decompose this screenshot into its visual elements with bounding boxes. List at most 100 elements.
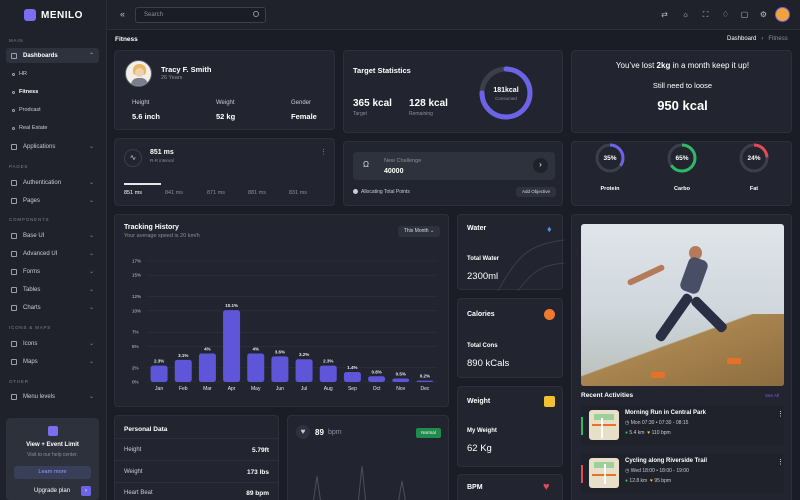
sidebar-item-forms[interactable]: Forms ⌄	[6, 264, 99, 279]
sidebar-item-label: Forms	[23, 268, 40, 275]
arrow-right-icon[interactable]: ›	[533, 158, 548, 173]
bar[interactable]	[174, 359, 192, 382]
section-main: MAIN	[9, 38, 24, 43]
activity-item[interactable]: Cycling along Riverside Trail ◷ Wed 18:0…	[581, 453, 784, 493]
x-tick-label: Apr	[228, 386, 236, 392]
chevron-down-icon: ⌄	[88, 180, 94, 186]
challenge-title: New Challenge	[384, 158, 422, 164]
personal-row-label: Height	[124, 447, 142, 453]
bar[interactable]	[247, 353, 265, 382]
bar[interactable]	[392, 378, 410, 382]
bar[interactable]	[416, 380, 434, 382]
search-icon[interactable]	[253, 11, 259, 17]
bell-icon[interactable]: ♢	[721, 10, 730, 19]
x-tick-label: Dec	[420, 386, 429, 392]
cart-icon[interactable]: ▢	[740, 10, 749, 19]
sidebar-sub-hr[interactable]: HR	[12, 71, 27, 77]
personal-row-value: 5.79ft	[252, 447, 269, 454]
profile-card: Tracy F. Smith 26 Years Height 5.6 inch …	[114, 50, 335, 130]
sidebar-item-label: Applications	[23, 143, 56, 150]
map-thumbnail	[589, 458, 619, 488]
sidebar-sub-prodcast[interactable]: Prodcast	[12, 107, 41, 113]
fire-icon	[544, 309, 555, 320]
bar-data-label: 2.3%	[323, 359, 333, 364]
add-objective-button[interactable]: Add Objective	[516, 187, 556, 197]
translate-icon[interactable]: ⇄	[660, 10, 669, 19]
height-value: 5.6 inch	[132, 112, 160, 121]
sidebar-item-icons[interactable]: Icons ⌄	[6, 336, 99, 351]
personal-row-value: 89 bpm	[246, 490, 269, 497]
search-input[interactable]: Search	[135, 7, 266, 23]
sidebar-item-advanced-ui[interactable]: Advanced UI ⌄	[6, 246, 99, 261]
sidebar-item-pages[interactable]: Pages ⌄	[6, 193, 99, 208]
activity-time-text: Wed 18:00 • 18:00 - 19:00	[630, 468, 689, 474]
logo-icon	[48, 426, 58, 436]
brand-logo[interactable]: MENILO	[24, 9, 83, 21]
more-options-icon[interactable]: ⋮	[777, 458, 784, 466]
calories-title: Calories	[467, 311, 495, 318]
sidebar-item-label: Charts	[23, 304, 41, 311]
more-options-icon[interactable]: ⋮	[320, 148, 327, 156]
gear-icon[interactable]: ⚙	[759, 10, 768, 19]
divider	[115, 460, 278, 461]
allocating-label: Allocating Total Points	[361, 189, 410, 195]
activity-accent	[581, 417, 583, 435]
bpm-card: BPM ♥	[457, 474, 563, 500]
see-all-link[interactable]: See All	[765, 393, 779, 398]
sidebar-sub-fitness[interactable]: Fitness	[12, 89, 38, 95]
protein-pct: 35%	[603, 155, 617, 162]
bar[interactable]	[223, 310, 241, 382]
more-options-icon[interactable]: ⋮	[777, 410, 784, 418]
bar[interactable]	[295, 359, 313, 382]
bar[interactable]	[198, 353, 216, 382]
y-tick-label: 10%	[132, 308, 141, 313]
bar[interactable]	[368, 376, 386, 382]
sidebar-item-charts[interactable]: Charts ⌄	[6, 300, 99, 315]
bullet-icon	[12, 90, 15, 94]
sidebar-item-maps[interactable]: Maps ⌄	[6, 354, 99, 369]
personal-row-value: 173 lbs	[246, 469, 269, 476]
learn-more-button[interactable]: Learn more	[14, 466, 91, 479]
promo-card: View + Event Limit Visit to our help cen…	[6, 418, 99, 500]
bpm-title: BPM	[467, 484, 483, 491]
collapse-sidebar-icon[interactable]: «	[120, 9, 125, 19]
arrow-right-icon[interactable]: ›	[81, 486, 91, 496]
sidebar-item-tables[interactable]: Tables ⌄	[6, 282, 99, 297]
bar[interactable]	[271, 356, 289, 382]
water-label: Total Water	[467, 256, 500, 262]
carbo-pct: 65%	[675, 155, 689, 162]
fullscreen-icon[interactable]: ⛶	[701, 10, 710, 19]
sun-icon[interactable]: ☼	[681, 10, 690, 19]
x-tick-label: Mar	[203, 386, 212, 392]
my-weight-label: My Weight	[467, 428, 497, 434]
calories-value: 890 kCals	[467, 358, 510, 369]
star-icon	[11, 340, 17, 347]
sidebar-item-dashboards[interactable]: Dashboards ⌃	[6, 48, 99, 63]
sidebar-item-applications[interactable]: Applications ⌄	[6, 139, 99, 154]
sidebar-item-menu-levels[interactable]: Menu levels ⌄	[6, 389, 99, 404]
bar[interactable]	[343, 372, 361, 382]
challenge-panel[interactable]: Ω New Challenge 40000 ›	[353, 152, 555, 180]
bar-data-label: 3.2%	[299, 352, 309, 357]
heart-icon: ♥	[296, 425, 310, 439]
weight-title: Weight	[467, 398, 491, 405]
upgrade-plan-link[interactable]: Upgrade plan	[34, 488, 70, 494]
sidebar-sub-real-estate[interactable]: Real Estate	[12, 125, 47, 131]
divider	[115, 438, 278, 439]
bar-data-label: 4%	[252, 347, 259, 352]
bar-data-label: 4%	[204, 347, 211, 352]
chevron-down-icon: ⌄	[88, 394, 94, 400]
activity-heart: 95 bpm	[654, 478, 672, 484]
bar[interactable]	[150, 365, 168, 382]
avatar[interactable]	[775, 7, 790, 22]
sidebar-sub-label: Real Estate	[19, 125, 48, 131]
target-title: Target Statistics	[353, 66, 411, 75]
form-icon	[11, 268, 17, 275]
y-tick-label: 5%	[132, 344, 139, 349]
breadcrumb-dashboard[interactable]: Dashboard	[727, 36, 756, 42]
bar[interactable]	[319, 365, 337, 382]
sidebar-item-authentication[interactable]: Authentication ⌄	[6, 175, 99, 190]
box-icon	[11, 232, 17, 239]
activity-item[interactable]: Morning Run in Central Park ◷ Mon 07:30 …	[581, 405, 784, 445]
sidebar-item-base-ui[interactable]: Base UI ⌄	[6, 228, 99, 243]
